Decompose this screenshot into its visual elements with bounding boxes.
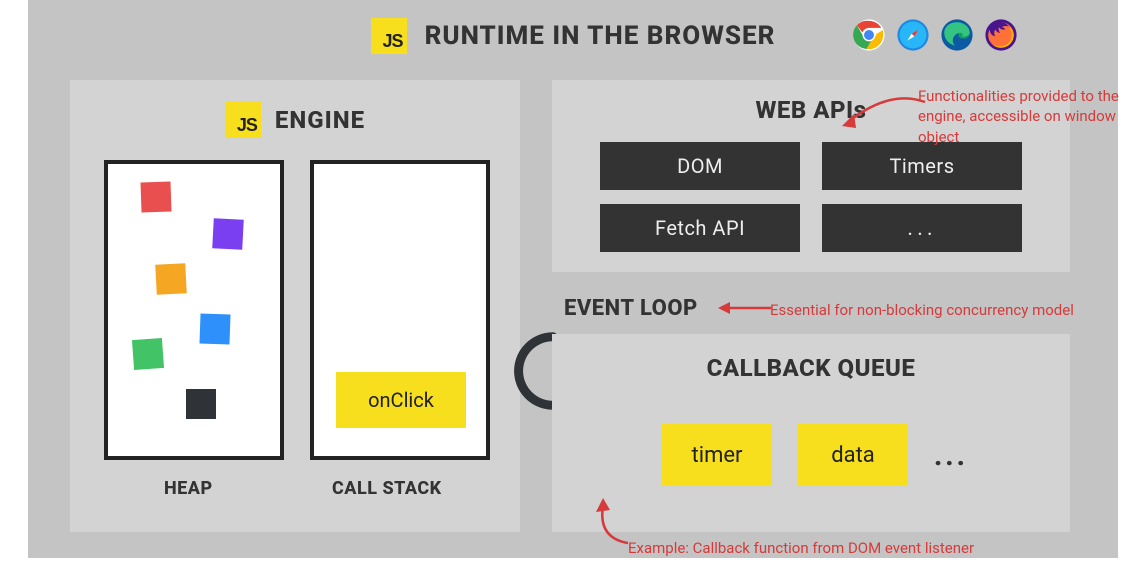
- heap-object: [199, 313, 230, 344]
- heap-object: [212, 218, 244, 250]
- stack-frame: onClick: [336, 372, 466, 428]
- arrow-icon: [716, 296, 776, 320]
- heap-object: [155, 263, 187, 295]
- js-logo-icon: JS: [225, 102, 261, 138]
- api-item-dom: DOM: [600, 142, 800, 190]
- arrow-icon: [840, 94, 930, 134]
- callback-queue-title: CALLBACK QUEUE: [552, 354, 1070, 382]
- page-title: RUNTIME IN THE BROWSER: [425, 21, 776, 51]
- event-loop-label: EVENT LOOP: [564, 296, 698, 321]
- engine-title: ENGINE: [275, 106, 365, 134]
- js-logo-icon: JS: [371, 18, 407, 54]
- api-item-timers: Timers: [822, 142, 1022, 190]
- call-stack-box: onClick: [310, 160, 490, 460]
- api-item-more: ...: [822, 204, 1022, 252]
- engine-panel: JS ENGINE onClick HEAP CALL STACK: [70, 80, 520, 532]
- heap-label: HEAP: [164, 478, 213, 499]
- heap-box: [104, 160, 284, 460]
- arrow-icon: [588, 498, 658, 548]
- callback-more: ...: [934, 439, 968, 472]
- engine-header: JS ENGINE: [70, 102, 520, 138]
- annotation-eventloop: Essential for non-blocking concurrency m…: [770, 300, 1074, 320]
- safari-icon: [896, 18, 930, 52]
- heap-object: [140, 181, 171, 212]
- annotation-webapi: Functionalities provided to the engine, …: [918, 86, 1138, 147]
- diagram-canvas: JS RUNTIME IN THE BROWSER: [28, 0, 1118, 558]
- web-apis-grid: DOM Timers Fetch API ...: [600, 142, 1022, 252]
- heap-object: [132, 338, 164, 370]
- callback-item-data: data: [798, 424, 908, 486]
- callback-queue-row: timer data ...: [662, 424, 968, 486]
- api-item-fetch: Fetch API: [600, 204, 800, 252]
- annotation-callback-queue: Example: Callback function from DOM even…: [628, 538, 974, 558]
- edge-icon: [940, 18, 974, 52]
- chrome-icon: [852, 18, 886, 52]
- call-stack-label: CALL STACK: [332, 478, 442, 499]
- callback-item-timer: timer: [662, 424, 772, 486]
- firefox-icon: [984, 18, 1018, 52]
- heap-object: [186, 389, 216, 419]
- browser-icons: [852, 18, 1018, 52]
